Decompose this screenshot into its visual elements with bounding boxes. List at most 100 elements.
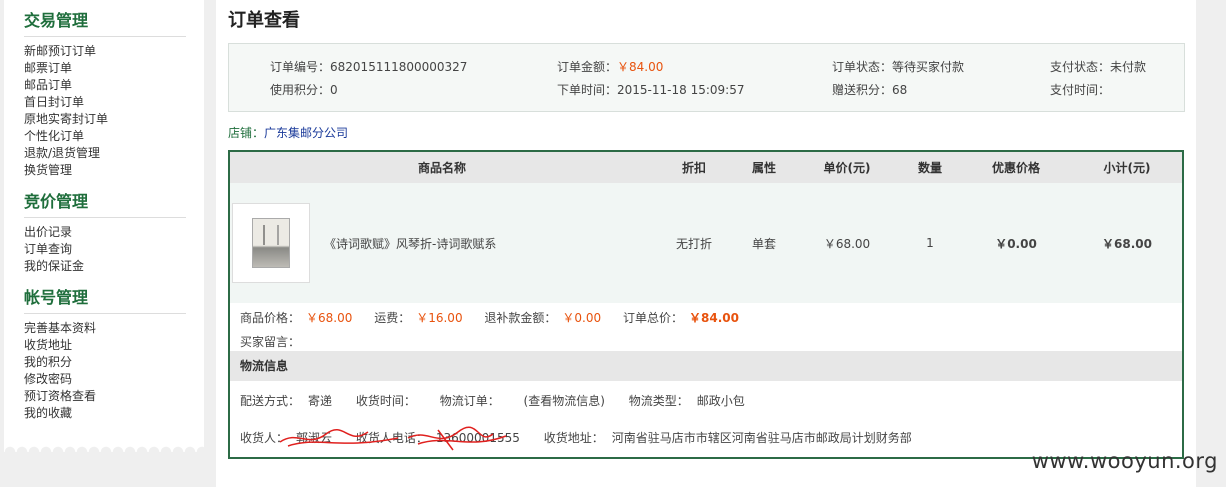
pay-status: 支付状态：未付款	[1050, 58, 1146, 75]
shipping-value: ￥16.00	[416, 311, 463, 325]
tracking-label: 物流订单：	[439, 394, 500, 408]
sidebar-item-exchange[interactable]: 换货管理	[24, 162, 186, 179]
order-number-label: 订单编号：	[270, 60, 331, 74]
goods-price-label: 商品价格：	[240, 311, 301, 325]
sidebar-item-points[interactable]: 我的积分	[24, 354, 186, 371]
sidebar-item-new-stamp-preorder[interactable]: 新邮预订订单	[24, 43, 186, 60]
pay-status-label: 支付状态：	[1050, 60, 1111, 74]
points-gift-label: 赠送积分：	[832, 83, 893, 97]
goods-price-value: ￥68.00	[306, 311, 353, 325]
logistics-title: 物流信息	[230, 351, 1182, 381]
goods-thumbnail[interactable]	[232, 203, 310, 283]
goods-table: 商品名称 折扣 属性 单价(元) 数量 优惠价格 小计(元) 《诗词歌赋》风琴折…	[230, 152, 1182, 303]
col-header-unit-price: 单价(元)	[794, 152, 900, 183]
refund-value: ￥0.00	[562, 311, 602, 325]
logistics-row-1: 配送方式： 寄递 收货时间： 物流订单： (查看物流信息) 物流类型： 邮政小包	[230, 387, 1182, 415]
receiver-address-label: 收货地址：	[543, 431, 604, 445]
receiver-address-value: 河南省驻马店市市辖区河南省驻马店市邮政局计划财务部	[611, 431, 912, 445]
sidebar-item-profile[interactable]: 完善基本资料	[24, 320, 186, 337]
col-header-name: 商品名称	[230, 152, 654, 183]
sidebar-item-preorder-eligibility[interactable]: 预订资格查看	[24, 388, 186, 405]
main-panel: 订单查看 订单编号：682015111800000327 订单金额：￥84.00…	[216, 0, 1196, 487]
logistics-row-2: 收货人： 郭淑云 收货人电话： 13600001555 收货地址： 河南省驻马店市市辖…	[230, 424, 1182, 452]
sidebar-item-order-query[interactable]: 订单查询	[24, 241, 186, 258]
goods-unit-price: ￥68.00	[794, 183, 900, 303]
refund-label: 退补款金额：	[484, 311, 557, 325]
sidebar-item-address[interactable]: 收货地址	[24, 337, 186, 354]
sidebar-group-account: 帐号管理 完善基本资料 收货地址 我的积分 修改密码 预订资格查看 我的收藏	[24, 287, 186, 422]
sidebar-item-deposit[interactable]: 我的保证金	[24, 258, 186, 275]
logistics-type-value: 邮政小包	[696, 394, 745, 408]
sidebar-item-stamp-orders[interactable]: 邮票订单	[24, 60, 186, 77]
view-tracking-link[interactable]: (查看物流信息)	[524, 394, 605, 408]
receiver-phone-label: 收货人电话：	[355, 431, 428, 445]
order-number: 订单编号：682015111800000327	[270, 58, 467, 75]
order-status-value: 等待买家付款	[892, 60, 965, 74]
points-used-value: 0	[330, 83, 338, 97]
receive-time-label: 收货时间：	[355, 394, 416, 408]
order-status-label: 订单状态：	[832, 60, 893, 74]
col-header-subtotal: 小计(元)	[1072, 152, 1182, 183]
goods-table-header: 商品名称 折扣 属性 单价(元) 数量 优惠价格 小计(元)	[230, 152, 1182, 183]
total-value: ￥84.00	[689, 311, 739, 325]
sidebar-group-trade: 交易管理 新邮预订订单 邮票订单 邮品订单 首日封订单 原地实寄封订单 个性化订…	[24, 10, 186, 179]
points-gift: 赠送积分：68	[832, 81, 907, 98]
shop-label: 店铺：	[228, 126, 265, 140]
table-row: 《诗词歌赋》风琴折-诗词歌赋系 无打折 单套 ￥68.00 1 ￥0.00 ￥6…	[230, 183, 1182, 303]
delivery-method-label: 配送方式：	[240, 394, 301, 408]
sidebar-item-first-day-cover-orders[interactable]: 首日封订单	[24, 94, 186, 111]
col-header-promo-price: 优惠价格	[960, 152, 1072, 183]
goods-promo-price: ￥0.00	[960, 183, 1072, 303]
receiver-value: 郭淑云	[296, 431, 333, 445]
pay-time: 支付时间：	[1050, 81, 1110, 98]
points-gift-value: 68	[892, 83, 908, 97]
order-amount-value: ￥84.00	[617, 60, 664, 74]
buyer-message: 买家留言：	[240, 335, 301, 349]
logistics-type-label: 物流类型：	[628, 394, 689, 408]
shop-line: 店铺：广东集邮分公司	[228, 124, 1184, 140]
goods-discount: 无打折	[654, 183, 734, 303]
sidebar-title-account: 帐号管理	[24, 287, 186, 314]
order-amount: 订单金额：￥84.00	[557, 58, 663, 75]
order-time-value: 2015-11-18 15:09:57	[617, 83, 745, 97]
sidebar-item-philatelic-orders[interactable]: 邮品订单	[24, 77, 186, 94]
col-header-discount: 折扣	[654, 152, 734, 183]
order-number-value: 682015111800000327	[330, 60, 468, 74]
total-label: 订单总价：	[622, 311, 683, 325]
points-used-label: 使用积分：	[270, 83, 331, 97]
sidebar-item-favorites[interactable]: 我的收藏	[24, 405, 186, 422]
receiver-phone-value: 13600001555	[435, 431, 520, 445]
shipping-label: 运费：	[374, 311, 411, 325]
order-status: 订单状态：等待买家付款	[832, 58, 964, 75]
sidebar-item-personalized-orders[interactable]: 个性化订单	[24, 128, 186, 145]
sidebar-group-bidding: 竞价管理 出价记录 订单查询 我的保证金	[24, 191, 186, 275]
goods-qty: 1	[900, 183, 960, 303]
page-title: 订单查看	[228, 10, 300, 31]
sidebar-zigzag-edge	[4, 440, 204, 452]
delivery-method-value: 寄递	[308, 394, 333, 408]
col-header-attr: 属性	[734, 152, 794, 183]
sidebar-title-trade: 交易管理	[24, 10, 186, 37]
order-amount-label: 订单金额：	[557, 60, 618, 74]
goods-attr: 单套	[734, 183, 794, 303]
order-totals: 商品价格： ￥68.00 运费： ￥16.00 退补款金额： ￥0.00 订单总价： ￥…	[230, 303, 1182, 351]
goods-subtotal: ￥68.00	[1072, 183, 1182, 303]
order-time: 下单时间：2015-11-18 15:09:57	[557, 81, 744, 98]
points-used: 使用积分：0	[270, 81, 338, 98]
sidebar-item-bid-records[interactable]: 出价记录	[24, 224, 186, 241]
goods-cell: 《诗词歌赋》风琴折-诗词歌赋系	[230, 183, 654, 303]
sidebar-item-local-cover-orders[interactable]: 原地实寄封订单	[24, 111, 186, 128]
sidebar-title-bidding: 竞价管理	[24, 191, 186, 218]
order-time-label: 下单时间：	[557, 83, 618, 97]
col-header-qty: 数量	[900, 152, 960, 183]
pay-time-label: 支付时间：	[1050, 83, 1111, 97]
goods-name-link[interactable]: 《诗词歌赋》风琴折-诗词歌赋系	[310, 235, 496, 252]
shop-link[interactable]: 广东集邮分公司	[264, 126, 348, 140]
sidebar: 交易管理 新邮预订订单 邮票订单 邮品订单 首日封订单 原地实寄封订单 个性化订…	[4, 0, 204, 440]
sidebar-item-password[interactable]: 修改密码	[24, 371, 186, 388]
receiver-label: 收货人：	[240, 431, 289, 445]
order-summary: 订单编号：682015111800000327 订单金额：￥84.00 订单状态…	[228, 43, 1185, 112]
watermark: www.wooyun.org	[1031, 449, 1218, 473]
sidebar-item-refund-return[interactable]: 退款/退货管理	[24, 145, 186, 162]
book-image	[252, 218, 290, 268]
